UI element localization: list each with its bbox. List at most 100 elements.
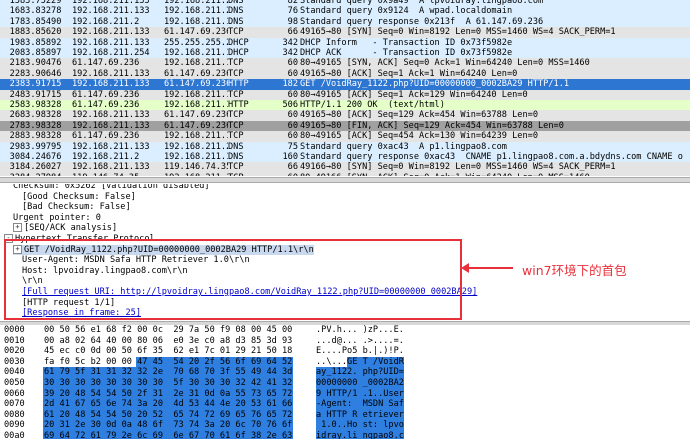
packet-cell-time: 83.85892 <box>20 37 62 48</box>
hex-ascii: 9 HTTP/1 .1..User <box>316 388 404 399</box>
packet-cell-proto: TCP <box>228 173 272 176</box>
packet-cell-no: 24 <box>9 89 20 100</box>
packet-cell-src: 192.168.211.254 <box>72 48 150 58</box>
packet-row[interactable]: 2583.9832861.147.69.236192.168.211.133HT… <box>0 100 690 111</box>
packet-list[interactable]: 15 83.75229 192.168.211.133 192.168.211.2 DN… <box>0 0 690 176</box>
packet-cell-time: 83.85490 <box>20 16 62 27</box>
hex-row[interactable]: 0020 45 ec c0 0d 00 50 6f 35 62 e1 7c 01 … <box>0 346 690 357</box>
packet-cell-len: 60 <box>287 120 298 131</box>
hex-row[interactable]: 0070 2d 41 67 65 6e 74 3a 20 4d 53 44 4e … <box>0 399 690 410</box>
annotation-arrow <box>467 267 513 269</box>
packet-cell-info: 80→49165 [ACK] Seq=1 Ack=129 Win=64240 L… <box>300 89 528 100</box>
hex-offset: 00a0 <box>4 431 25 439</box>
packet-row[interactable]: 23 83.91715 192.168.211.133 61.147.69.236 HT… <box>0 79 690 90</box>
pane-splitter-top[interactable] <box>0 177 690 183</box>
hex-ascii: E....Po5 b.|.)!P. <box>316 346 404 357</box>
packet-cell-len: 506 <box>282 100 298 110</box>
hex-offset: 0000 <box>4 325 25 335</box>
packet-row[interactable]: 22 83.90646 192.168.211.133 61.147.69.236 TC… <box>0 68 690 80</box>
packet-cell-dst: 192.168.211.133 <box>164 58 228 69</box>
packet-cell-src: 119.146.74.35 <box>72 173 164 176</box>
packet-cell-no: 30 <box>9 152 20 162</box>
detail-text: Urgent pointer: 0 <box>13 212 101 223</box>
packet-row[interactable]: 16 83.83278 192.168.211.133 192.168.211.2 DN… <box>0 6 690 17</box>
packet-row[interactable]: 2483.91715 61.147.69.236 192.168.211.133TC… <box>0 89 690 100</box>
hex-ascii: .PV.h... )zP...E. <box>316 325 404 335</box>
packet-cell-dst: 192.168.211.133 <box>164 89 228 100</box>
hex-bytes: fa f0 5c b2 00 00 47 45 54 20 2f 56 6f 6… <box>44 356 293 367</box>
hex-row[interactable]: 0080 61 20 48 54 54 50 20 52 65 74 72 69 … <box>0 409 690 421</box>
packet-cell-src: 192.168.211.133 <box>72 27 150 38</box>
packet-cell-info: HTTP/1.1 200 OK (text/html) <box>300 100 445 110</box>
packet-cell-proto: TCP <box>228 162 244 173</box>
detail-line: Checksum: 0x5262 [validation disabled] <box>13 184 210 192</box>
packet-cell-info: 80→49166 [SYN, ACK] Seq=0 Ack=1 Win=6424… <box>300 173 690 176</box>
hex-ascii: ay_1122. php?UID= <box>316 367 404 378</box>
packet-cell-dst: 192.168.211.133 <box>164 100 228 110</box>
packet-cell-dst: 61.147.69.236 <box>164 27 228 38</box>
hex-row[interactable]: 0010 00 a8 02 64 40 00 80 06 e0 3e c0 a8 … <box>0 336 690 347</box>
packet-cell-no: 23 <box>9 79 20 90</box>
packet-row[interactable]: 3084.24676 192.168.211.2 192.168.211.133DN… <box>0 152 690 163</box>
packet-cell-src: 192.168.211.133 <box>72 37 150 48</box>
packet-row[interactable]: 31 84.26027 192.168.211.133 119.146.74.35 TC… <box>0 162 690 173</box>
packet-row[interactable]: 2183.90476 61.147.69.236 192.168.211.133TC… <box>0 58 690 69</box>
packet-cell-proto: TCP <box>228 58 244 69</box>
packet-cell-time: 83.98328 <box>20 131 62 142</box>
packet-bytes-pane[interactable]: 0000 00 50 56 e1 68 f2 00 0c 29 7a 50 f9 … <box>0 325 690 439</box>
hex-offset: 0080 <box>4 409 25 420</box>
packet-cell-no: 32 <box>0 173 20 176</box>
packet-cell-info: Standard query 0x9124 A wpad.localdomain <box>300 6 513 17</box>
hex-offset: 0050 <box>4 378 25 388</box>
packet-cell-proto: DHCP <box>228 37 249 48</box>
packet-cell-proto: DNS <box>228 16 244 27</box>
packet-cell-time: 83.99795 <box>20 141 62 152</box>
hex-bytes: 00 50 56 e1 68 f2 00 0c 29 7a 50 f9 08 0… <box>44 325 293 335</box>
packet-cell-len: 66 <box>287 162 298 173</box>
packet-row[interactable]: 2083.85897 192.168.211.254 192.168.211.133… <box>0 48 690 59</box>
packet-cell-proto: DNS <box>228 152 244 162</box>
packet-row[interactable]: 3284.27984119.146.74.35192.168.211.133TC… <box>0 172 690 176</box>
packet-cell-dst: 192.168.211.2 <box>164 141 228 152</box>
packet-row[interactable]: 2883.98328 61.147.69.236 192.168.211.133TC… <box>0 131 690 142</box>
packet-row[interactable]: 27 83.98328 192.168.211.133 61.147.69.236 TC… <box>0 120 690 132</box>
hex-row[interactable]: 0040 61 79 5f 31 31 32 32 2e 70 68 70 3f … <box>0 367 690 378</box>
packet-cell-len: 342 <box>282 48 298 58</box>
packet-cell-src: 192.168.211.133 <box>72 110 150 121</box>
packet-cell-proto: TCP <box>228 68 244 79</box>
hex-row[interactable]: 0090 20 31 2e 30 0d 0a 48 6f 73 74 3a 20 … <box>0 420 690 431</box>
arrow-head-icon <box>461 263 469 273</box>
packet-row[interactable]: 1783.85490 192.168.211.2 192.168.211.133DN… <box>0 16 690 28</box>
packet-cell-time: 83.83278 <box>20 6 62 17</box>
packet-cell-no: 21 <box>9 58 20 69</box>
packet-cell-info: 80→49165 [SYN, ACK] Seq=0 Ack=1 Win=6424… <box>300 58 590 69</box>
packet-cell-len: 342 <box>282 37 298 48</box>
hex-bytes: 39 20 48 54 54 50 2f 31 2e 31 0d 0a 55 7… <box>44 388 293 399</box>
packet-row[interactable]: 26 83.98328 192.168.211.133 61.147.69.236 TC… <box>0 110 690 121</box>
packet-cell-proto: HTTP <box>228 79 249 90</box>
packet-cell-dst: 192.168.211.133 <box>164 16 228 27</box>
packet-cell-info: DHCP Inform - Transaction ID 0x73f5982e <box>300 37 513 48</box>
packet-row[interactable]: 1983.85892 192.168.211.133 255.255.255.255… <box>0 37 690 48</box>
packet-cell-no: 29 <box>9 141 20 152</box>
packet-cell-len: 66 <box>287 27 298 38</box>
packet-cell-info: 49165→80 [SYN] Seq=0 Win=8192 Len=0 MSS=… <box>300 27 616 38</box>
hex-row[interactable]: 0030 fa f0 5c b2 00 00 47 45 54 20 2f 56 … <box>0 356 690 368</box>
expand-icon[interactable]: + <box>13 223 22 233</box>
packet-cell-time: 83.90646 <box>20 68 62 79</box>
packet-row[interactable]: 18 83.85620 192.168.211.133 61.147.69.236 TC… <box>0 27 690 38</box>
detail-text: [Good Checksum: False] <box>22 191 136 202</box>
hex-row[interactable]: 0050 30 30 30 30 30 30 30 30 5f 30 30 30 … <box>0 378 690 389</box>
packet-cell-src: 192.168.211.133 <box>72 120 150 131</box>
packet-cell-src: 192.168.211.133 <box>72 79 150 90</box>
packet-cell-len: 75 <box>287 141 298 152</box>
detail-text: Checksum: 0x5262 [validation disabled] <box>13 184 210 191</box>
packet-cell-no: 16 <box>9 6 20 17</box>
detail-line[interactable]: + [SEQ/ACK analysis] <box>13 223 117 234</box>
packet-cell-dst: 192.168.211.133 <box>164 152 228 162</box>
hex-row[interactable]: 00a0 69 64 72 61 79 2e 6c 69 6e 67 70 61 … <box>0 431 690 439</box>
packet-row[interactable]: 29 83.99795 192.168.211.133 192.168.211.2 DN… <box>0 141 690 152</box>
packet-cell-src: 192.168.211.2 <box>72 152 140 162</box>
hex-row[interactable]: 0000 00 50 56 e1 68 f2 00 0c 29 7a 50 f9 … <box>0 325 690 336</box>
hex-row[interactable]: 0060 39 20 48 54 54 50 2f 31 2e 31 0d 0a … <box>0 388 690 400</box>
